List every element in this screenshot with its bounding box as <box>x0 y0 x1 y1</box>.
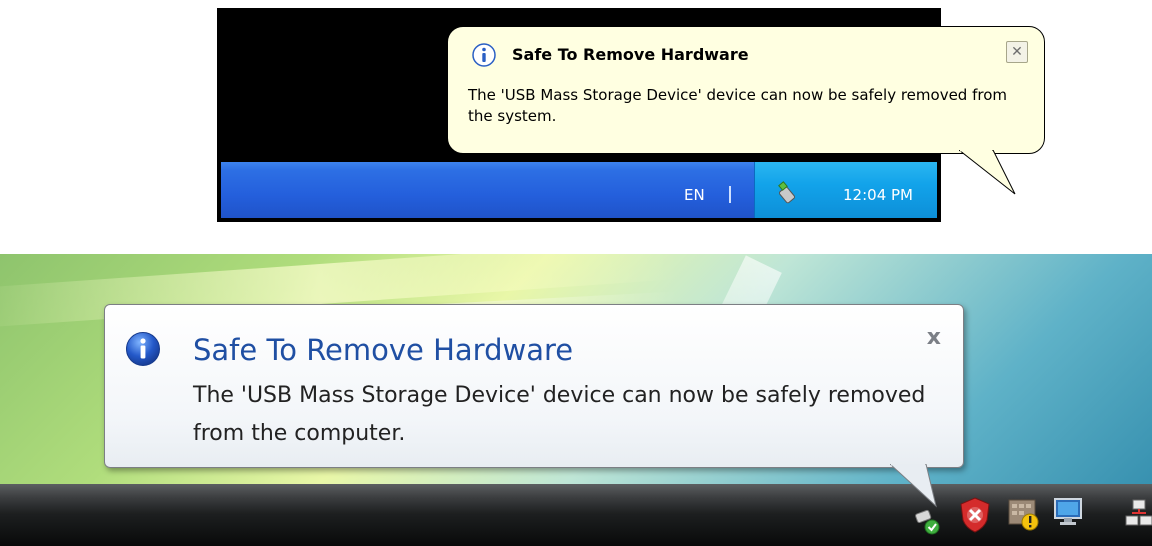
info-icon <box>126 332 160 366</box>
balloon-pointer <box>890 464 937 508</box>
usb-device-icon[interactable] <box>773 180 799 206</box>
xp-notification-balloon[interactable]: Safe To Remove Hardware The 'USB Mass St… <box>447 26 1045 154</box>
vista-taskbar <box>0 484 1152 546</box>
xp-screenshot: EN 12:04 PM Safe To Remove Hardware The … <box>217 8 1045 222</box>
tray-separator <box>729 186 731 203</box>
system-tray: 12:04 PM <box>754 162 937 218</box>
balloon-pointer <box>959 150 1016 195</box>
close-icon: ✕ <box>1011 44 1023 60</box>
close-button[interactable]: x <box>927 325 941 350</box>
close-button[interactable]: ✕ <box>1006 41 1028 63</box>
vista-notification-balloon[interactable]: Safe To Remove Hardware The 'USB Mass St… <box>104 304 964 468</box>
clock[interactable]: 12:04 PM <box>843 186 913 204</box>
security-alert-icon[interactable] <box>958 496 992 534</box>
xp-taskbar: EN 12:04 PM <box>221 162 937 218</box>
warning-calendar-icon[interactable] <box>1006 496 1040 532</box>
balloon-message: The 'USB Mass Storage Device' device can… <box>193 383 926 446</box>
network-icon[interactable] <box>1124 498 1152 528</box>
monitor-icon[interactable] <box>1052 496 1086 528</box>
balloon-title: Safe To Remove Hardware <box>193 333 574 367</box>
vista-screenshot: Safe To Remove Hardware The 'USB Mass St… <box>0 254 1152 546</box>
balloon-message: The 'USB Mass Storage Device' device can… <box>468 86 1008 125</box>
info-icon <box>472 43 496 67</box>
language-indicator[interactable]: EN <box>684 186 705 204</box>
usb-device-icon[interactable] <box>912 506 942 536</box>
balloon-title: Safe To Remove Hardware <box>512 45 749 64</box>
